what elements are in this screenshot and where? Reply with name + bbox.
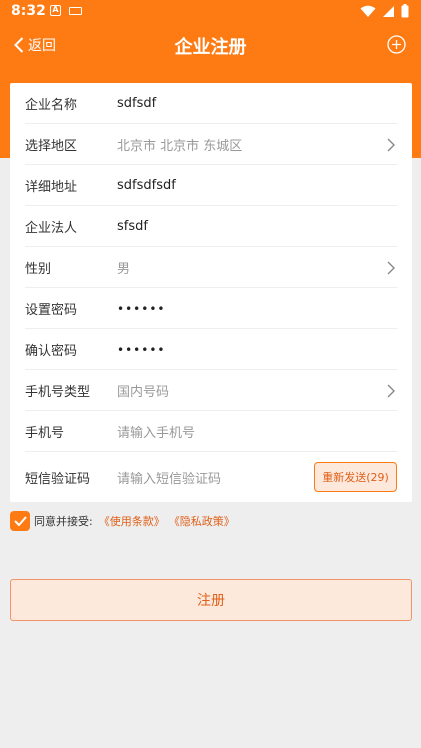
legal-person-value[interactable]: sfsdf [117, 219, 148, 234]
terms-link[interactable]: 《使用条款》 [99, 513, 165, 529]
battery-icon [401, 4, 409, 18]
agreement: 同意并接受: 《使用条款》 《隐私政策》 [10, 511, 235, 531]
confirm-password-row[interactable]: 确认密码 •••••• [10, 329, 412, 370]
status-bar: 8:32 A [0, 0, 421, 24]
region-label: 选择地区 [25, 139, 78, 154]
phone-label: 手机号 [25, 426, 65, 441]
chevron-right-icon [387, 261, 395, 274]
address-row[interactable]: 详细地址 sdfsdfsdf [10, 165, 412, 206]
page-title: 企业注册 [174, 37, 247, 58]
registration-form: 企业名称 sdfsdf 选择地区 北京市 北京市 东城区 详细地址 sdfsdf… [10, 83, 412, 502]
phone-type-row[interactable]: 手机号类型 国内号码 [10, 370, 412, 411]
back-button[interactable]: 返回 [14, 35, 56, 55]
sms-code-row[interactable]: 短信验证码 请输入短信验证码 重新发送(29) [10, 452, 412, 502]
legal-person-label: 企业法人 [25, 221, 78, 236]
gender-value: 男 [117, 262, 131, 277]
gender-row[interactable]: 性别 男 [10, 247, 412, 288]
agree-text: 同意并接受: [34, 515, 93, 528]
chevron-left-icon [14, 37, 24, 53]
password-label: 设置密码 [25, 303, 78, 318]
add-circle-icon[interactable] [387, 35, 406, 54]
company-name-label: 企业名称 [25, 98, 78, 113]
confirm-password-label: 确认密码 [25, 344, 78, 359]
legal-person-row[interactable]: 企业法人 sfsdf [10, 206, 412, 247]
sms-code-input[interactable]: 请输入短信验证码 [117, 468, 221, 487]
notification-a-icon: A [50, 5, 61, 16]
privacy-link[interactable]: 《隐私政策》 [169, 513, 235, 529]
register-button[interactable]: 注册 [10, 579, 412, 621]
chevron-right-icon [387, 384, 395, 397]
company-name-value[interactable]: sdfsdf [117, 96, 156, 111]
phone-type-value: 国内号码 [117, 385, 170, 400]
chevron-right-icon [387, 138, 395, 151]
phone-row[interactable]: 手机号 请输入手机号 [10, 411, 412, 452]
password-row[interactable]: 设置密码 •••••• [10, 288, 412, 329]
title-bar: 返回 企业注册 [0, 24, 421, 66]
sms-code-label: 短信验证码 [25, 471, 91, 487]
check-icon [13, 516, 27, 526]
gender-label: 性别 [25, 262, 52, 277]
region-row[interactable]: 选择地区 北京市 北京市 东城区 [10, 124, 412, 165]
keyboard-icon [69, 7, 82, 15]
confirm-password-input[interactable]: •••••• [117, 343, 165, 357]
phone-type-label: 手机号类型 [25, 385, 91, 400]
company-name-row[interactable]: 企业名称 sdfsdf [10, 83, 412, 124]
back-label: 返回 [28, 38, 56, 54]
region-value: 北京市 北京市 东城区 [117, 139, 243, 154]
wifi-icon [360, 5, 376, 17]
status-time: 8:32 [11, 3, 46, 19]
password-input[interactable]: •••••• [117, 302, 165, 316]
address-label: 详细地址 [25, 180, 78, 195]
agree-checkbox[interactable] [10, 511, 30, 531]
signal-icon [383, 5, 394, 17]
phone-input[interactable]: 请输入手机号 [117, 422, 195, 441]
address-value[interactable]: sdfsdfsdf [117, 178, 176, 193]
resend-code-button[interactable]: 重新发送(29) [314, 462, 397, 492]
status-icons [360, 4, 409, 18]
